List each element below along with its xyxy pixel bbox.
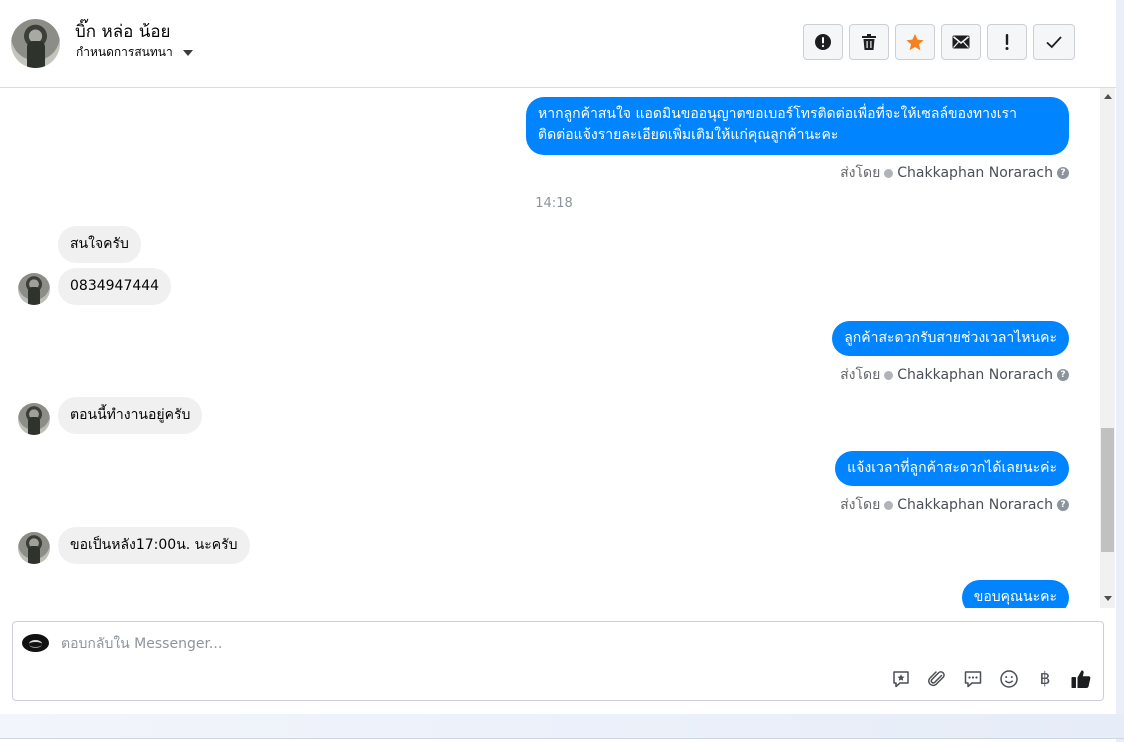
sender-name[interactable]: Chakkaphan Norarach bbox=[897, 165, 1053, 181]
message-text: ขอเป็นหลัง17:00น. นะครับ bbox=[70, 537, 238, 553]
message-timestamp: 14:18 bbox=[535, 196, 573, 211]
message-text-line: หากลูกค้าสนใจ แอดมินขออนุญาตขอเบอร์โทรติ… bbox=[538, 106, 1017, 122]
composer-toolbar: ฿ bbox=[889, 667, 1093, 691]
page-avatar bbox=[22, 634, 49, 652]
exclamation-icon bbox=[1005, 34, 1009, 50]
conversation-label-text: กำหนดการสนทนา bbox=[76, 45, 173, 59]
sent-by-prefix: ส่งโดย bbox=[840, 497, 881, 513]
message-text: แจ้งเวลาที่ลูกค้าสะดวกได้เลยนะค่ะ bbox=[847, 460, 1057, 476]
contact-avatar-small[interactable] bbox=[18, 273, 50, 305]
incoming-message[interactable]: ตอนนี้ทำงานอยู่ครับ bbox=[58, 397, 203, 434]
verified-dot-icon bbox=[884, 370, 894, 380]
message-text: ลูกค้าสะดวกรับสายช่วงเวลาไหนคะ bbox=[844, 330, 1057, 346]
sent-by-info: ส่งโดย Chakkaphan Norarach ? bbox=[840, 494, 1069, 516]
messenger-conversation-panel: บิ๊ก หล่อ น้อย กำหนดการสนทนา หากลูกค้าสน… bbox=[0, 0, 1116, 714]
quick-reply-button[interactable] bbox=[961, 667, 985, 691]
outgoing-message[interactable]: แจ้งเวลาที่ลูกค้าสะดวกได้เลยนะค่ะ bbox=[835, 451, 1069, 486]
incoming-message[interactable]: ขอเป็นหลัง17:00น. นะครับ bbox=[58, 527, 250, 564]
message-text: สนใจครับ bbox=[70, 236, 129, 252]
outgoing-message[interactable]: ลูกค้าสะดวกรับสายช่วงเวลาไหนคะ bbox=[832, 321, 1069, 356]
sent-by-prefix: ส่งโดย bbox=[840, 165, 881, 181]
help-icon[interactable]: ? bbox=[1057, 369, 1069, 381]
verified-dot-icon bbox=[884, 168, 894, 178]
exclamation-circle-icon bbox=[815, 34, 831, 50]
conversation-header: บิ๊ก หล่อ น้อย กำหนดการสนทนา bbox=[0, 0, 1116, 88]
chat-bubble-icon bbox=[964, 671, 982, 688]
outgoing-message[interactable]: หากลูกค้าสนใจ แอดมินขออนุญาตขอเบอร์โทรติ… bbox=[526, 97, 1069, 155]
outgoing-message[interactable]: ขอบคุณนะคะ bbox=[961, 580, 1069, 608]
mark-done-button[interactable] bbox=[1033, 24, 1075, 60]
thread-scrollbar[interactable] bbox=[1100, 88, 1115, 608]
report-spam-button[interactable] bbox=[803, 24, 843, 60]
verified-dot-icon bbox=[884, 500, 894, 510]
envelope-icon bbox=[952, 35, 970, 49]
follow-up-button[interactable] bbox=[987, 24, 1027, 60]
sent-by-info: ส่งโดย Chakkaphan Norarach ? bbox=[840, 364, 1069, 386]
sent-by-prefix: ส่งโดย bbox=[840, 367, 881, 383]
payment-button[interactable]: ฿ bbox=[1033, 667, 1057, 691]
delete-button[interactable] bbox=[849, 24, 889, 60]
saved-reply-icon bbox=[893, 671, 909, 688]
help-icon[interactable]: ? bbox=[1057, 167, 1069, 179]
sender-name[interactable]: Chakkaphan Norarach bbox=[897, 367, 1053, 383]
star-icon bbox=[906, 33, 924, 50]
emoji-button[interactable] bbox=[997, 667, 1021, 691]
emoji-icon bbox=[1000, 670, 1018, 688]
conversation-label-dropdown[interactable]: กำหนดการสนทนา bbox=[76, 43, 193, 62]
trash-icon bbox=[862, 34, 876, 50]
caret-down-icon bbox=[182, 49, 193, 56]
incoming-message[interactable]: สนใจครับ bbox=[58, 226, 141, 263]
message-thread[interactable]: หากลูกค้าสนใจ แอดมินขออนุญาตขอเบอร์โทรติ… bbox=[0, 88, 1098, 608]
header-actions bbox=[803, 24, 1075, 60]
scroll-down-arrow-icon[interactable] bbox=[1104, 596, 1112, 601]
footer-divider bbox=[0, 738, 1124, 739]
message-text: ตอนนี้ทำงานอยู่ครับ bbox=[70, 407, 191, 423]
page-footer-background bbox=[0, 714, 1124, 738]
attach-file-button[interactable] bbox=[925, 667, 949, 691]
scroll-thumb[interactable] bbox=[1101, 428, 1114, 552]
sent-by-info: ส่งโดย Chakkaphan Norarach ? bbox=[840, 162, 1069, 184]
reply-composer: ฿ bbox=[12, 621, 1104, 701]
scroll-up-arrow-icon[interactable] bbox=[1104, 94, 1112, 99]
baht-icon: ฿ bbox=[1039, 669, 1051, 689]
thumbs-up-icon bbox=[1071, 670, 1091, 688]
contact-avatar-small[interactable] bbox=[18, 403, 50, 435]
reply-input[interactable] bbox=[61, 634, 1061, 654]
contact-avatar[interactable] bbox=[11, 19, 60, 68]
message-text: 0834947444 bbox=[70, 278, 160, 294]
attachment-icon bbox=[928, 671, 945, 687]
incoming-message[interactable]: 0834947444 bbox=[58, 268, 172, 305]
check-icon bbox=[1046, 36, 1062, 49]
message-text: ขอบคุณนะคะ bbox=[973, 589, 1057, 605]
message-text-line: ติดต่อแจ้งรายละเอียดเพิ่มเติมให้แก่คุณลู… bbox=[538, 127, 839, 143]
help-icon[interactable]: ? bbox=[1057, 499, 1069, 511]
like-button[interactable] bbox=[1069, 667, 1093, 691]
star-button[interactable] bbox=[895, 24, 935, 60]
sender-name[interactable]: Chakkaphan Norarach bbox=[897, 497, 1053, 513]
contact-name[interactable]: บิ๊ก หล่อ น้อย bbox=[75, 18, 171, 45]
saved-reply-button[interactable] bbox=[889, 667, 913, 691]
contact-avatar-small[interactable] bbox=[18, 532, 50, 564]
window-edge bbox=[1116, 0, 1124, 742]
mark-unread-button[interactable] bbox=[941, 24, 981, 60]
